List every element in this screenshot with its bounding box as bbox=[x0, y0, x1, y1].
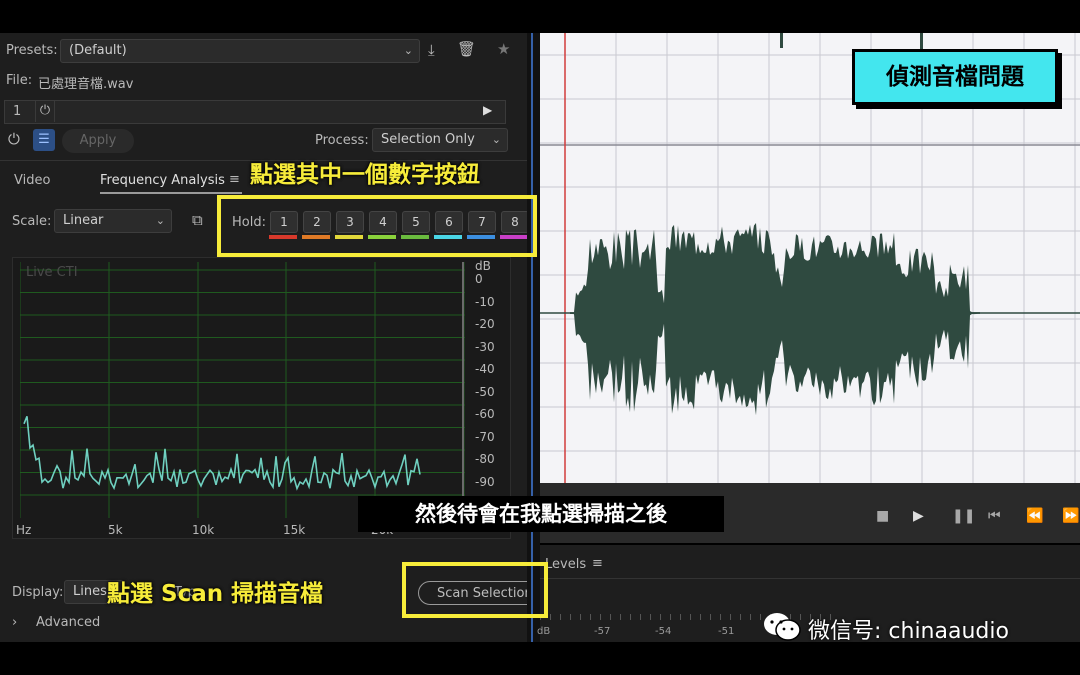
chevron-down-icon: ⌄ bbox=[403, 44, 413, 57]
fast-forward-icon[interactable]: ⏩ bbox=[1062, 508, 1079, 524]
db-tick-label: -20 bbox=[475, 317, 495, 331]
active-tab-underline bbox=[100, 192, 242, 194]
expand-chevron-icon[interactable]: › bbox=[12, 615, 17, 630]
power-icon[interactable]: ⏻ bbox=[35, 100, 55, 122]
chevron-down-icon: ⌄ bbox=[491, 133, 501, 146]
tab-video[interactable]: Video bbox=[14, 173, 50, 188]
panel-focus-border bbox=[531, 33, 533, 642]
db-ruler bbox=[462, 262, 464, 517]
process-label: Process: bbox=[315, 133, 369, 148]
display-label: Display: bbox=[12, 585, 64, 600]
tab-frequency-analysis[interactable]: Frequency Analysis bbox=[100, 173, 225, 188]
db-tick-label: -10 bbox=[475, 294, 495, 309]
chevron-down-icon: ⌄ bbox=[155, 214, 165, 227]
annotation-click-scan: 點選 Scan 掃描音檔 bbox=[107, 581, 324, 607]
db-unit-label: dB bbox=[475, 259, 491, 273]
copy-icon[interactable]: ⧉ bbox=[192, 211, 203, 229]
hz-tick-label: 5k bbox=[108, 523, 123, 537]
scale-label: Scale: bbox=[12, 214, 52, 229]
levels-tick-label: -57 bbox=[594, 626, 611, 637]
hz-tick-label: Hz bbox=[16, 523, 32, 537]
db-tick-label: -80 bbox=[475, 452, 495, 466]
presets-label: Presets: bbox=[6, 43, 58, 58]
pause-icon[interactable]: ❚❚ bbox=[952, 508, 975, 524]
process-value: Selection Only bbox=[381, 132, 475, 147]
trash-icon[interactable]: 🗑 bbox=[457, 40, 476, 58]
power-toggle-icon[interactable]: ⏻ bbox=[8, 130, 20, 148]
spectrum-plot bbox=[20, 262, 465, 518]
wechat-logo-icon bbox=[762, 611, 802, 641]
highlight-scan-button bbox=[402, 562, 548, 618]
upper-channel-blip bbox=[780, 33, 783, 48]
file-name: 已處理音檔.wav bbox=[38, 77, 134, 92]
db-tick-label: -30 bbox=[475, 339, 495, 354]
annotation-click-number: 點選其中一個數字按鈕 bbox=[250, 162, 480, 188]
levels-tick-label: -54 bbox=[655, 626, 672, 637]
stop-icon[interactable]: ■ bbox=[876, 508, 889, 524]
waveform-shape bbox=[570, 223, 980, 416]
tab-menu-icon[interactable]: ≡ bbox=[229, 172, 240, 187]
advanced-label[interactable]: Advanced bbox=[36, 615, 100, 630]
levels-tick-label: dB bbox=[537, 626, 551, 637]
levels-tick-label: -51 bbox=[718, 626, 735, 637]
watermark-text: 微信号: chinaaudio bbox=[808, 619, 1009, 644]
presets-value: (Default) bbox=[69, 43, 127, 58]
star-icon[interactable]: ★ bbox=[497, 40, 510, 58]
db-tick-label: -90 bbox=[475, 474, 495, 489]
hz-tick-label: 10k bbox=[192, 523, 215, 537]
file-label: File: bbox=[6, 73, 33, 88]
slot-number: 1 bbox=[13, 104, 22, 119]
display-value: Lines bbox=[73, 584, 107, 599]
save-preset-icon[interactable]: ⤓ bbox=[428, 41, 435, 59]
db-tick-label: -60 bbox=[475, 407, 495, 421]
list-icon[interactable]: ☰ bbox=[33, 129, 55, 151]
scale-value: Linear bbox=[63, 213, 104, 228]
levels-label: Levels bbox=[545, 557, 587, 572]
highlight-hold-buttons bbox=[217, 195, 537, 257]
title-badge: 偵測音檔問題 bbox=[852, 49, 1058, 105]
apply-button[interactable]: Apply bbox=[62, 129, 134, 153]
live-cti-label: Live CTI bbox=[26, 265, 78, 280]
subtitle-caption: 然後待會在我點選掃描之後 bbox=[358, 496, 724, 532]
panel-gutter bbox=[527, 33, 540, 642]
scale-dropdown[interactable]: Linear ⌄ bbox=[54, 209, 172, 233]
rewind-icon[interactable]: ⏪ bbox=[1026, 508, 1043, 524]
db-tick-label: 0 bbox=[475, 272, 483, 286]
db-tick-label: -40 bbox=[475, 362, 495, 376]
levels-menu-icon[interactable]: ≡ bbox=[592, 556, 603, 571]
db-tick-label: -50 bbox=[475, 384, 495, 399]
presets-dropdown[interactable]: (Default) ⌄ bbox=[60, 39, 420, 63]
process-dropdown[interactable]: Selection Only ⌄ bbox=[372, 128, 508, 152]
db-tick-label: -70 bbox=[475, 429, 495, 444]
levels-divider bbox=[540, 578, 1080, 579]
effect-rack-slot[interactable]: 1 ⏻ ▶ bbox=[4, 100, 506, 124]
skip-start-icon[interactable]: ⏮ bbox=[988, 508, 1001, 524]
hz-tick-label: 15k bbox=[283, 523, 306, 537]
play-icon[interactable]: ▶ bbox=[913, 508, 924, 524]
play-arrow-icon[interactable]: ▶ bbox=[483, 103, 492, 117]
